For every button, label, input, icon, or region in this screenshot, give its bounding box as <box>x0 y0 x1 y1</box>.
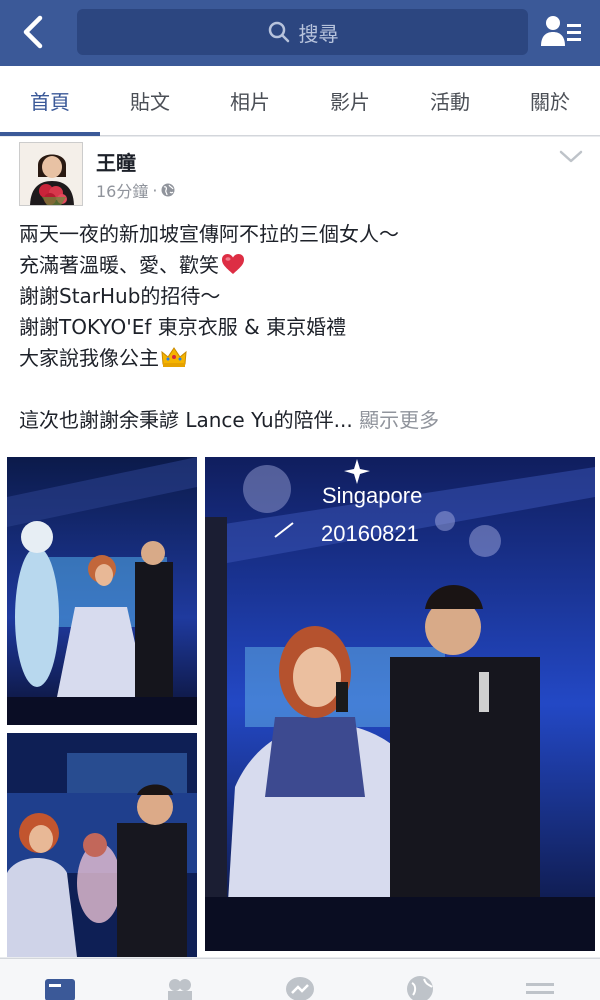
tab-about[interactable]: 關於 <box>500 66 600 135</box>
post-text: 兩天一夜的新加坡宣傳阿不拉的三個女人～ 充滿著溫暖、愛、歡笑 謝謝StarHub… <box>19 219 589 436</box>
tab-posts[interactable]: 貼文 <box>100 66 200 135</box>
news-feed-icon[interactable] <box>44 973 76 1000</box>
post-photo[interactable]: Singapore 20160821 <box>205 457 595 951</box>
menu-icon[interactable] <box>524 973 556 1000</box>
post-photo[interactable] <box>7 733 197 957</box>
friends-icon[interactable] <box>164 973 196 1000</box>
search-icon <box>268 21 289 43</box>
post-line: 兩天一夜的新加坡宣傳阿不拉的三個女人～ <box>19 222 399 246</box>
meta-separator: · <box>152 180 158 200</box>
messenger-icon[interactable] <box>284 973 316 1000</box>
post-line: 充滿著溫暖、愛、歡笑 <box>19 250 589 281</box>
post-card: 王瞳 16分鐘 · 兩天一夜的新加坡宣傳阿不拉的三個女人～ 充滿著溫暖、愛、歡笑… <box>0 137 600 957</box>
page-tabs: 首頁 貼文 相片 影片 活動 關於 <box>0 66 600 136</box>
post-timestamp[interactable]: 16分鐘 <box>96 178 148 202</box>
top-bar: 搜尋 <box>0 0 600 66</box>
globe-icon <box>161 183 175 197</box>
photo-caption-place: Singapore <box>322 483 422 508</box>
tab-videos[interactable]: 影片 <box>300 66 400 135</box>
chevron-left-icon <box>23 15 43 49</box>
tab-photos[interactable]: 相片 <box>200 66 300 135</box>
post-options-button[interactable] <box>558 149 584 165</box>
post-line: 這次也謝謝余秉諺 Lance Yu的陪伴... 顯示更多 <box>19 408 440 432</box>
search-input[interactable]: 搜尋 <box>77 9 528 55</box>
tab-events[interactable]: 活動 <box>400 66 500 135</box>
crown-icon <box>161 347 187 367</box>
post-author[interactable]: 王瞳 <box>96 147 136 176</box>
post-line: 謝謝TOKYO'Ef 東京衣服 & 東京婚禮 <box>19 315 347 339</box>
avatar[interactable] <box>19 142 83 206</box>
back-button[interactable] <box>14 12 54 52</box>
post-meta: 16分鐘 · <box>96 178 175 202</box>
see-more-link[interactable]: 顯示更多 <box>359 408 439 432</box>
bottom-nav <box>0 958 600 1000</box>
globe-notifications-icon[interactable] <box>404 973 436 1000</box>
post-line: 大家說我像公主 <box>19 343 589 374</box>
post-photo[interactable] <box>7 457 197 725</box>
chevron-down-icon <box>559 150 583 163</box>
person-list-icon <box>541 16 581 46</box>
friend-requests-button[interactable] <box>540 14 584 50</box>
photo-caption-date: 20160821 <box>321 521 419 546</box>
search-placeholder: 搜尋 <box>298 21 339 46</box>
tab-home[interactable]: 首頁 <box>0 66 100 136</box>
post-line: 謝謝StarHub的招待～ <box>19 284 221 308</box>
heart-icon <box>222 254 244 274</box>
